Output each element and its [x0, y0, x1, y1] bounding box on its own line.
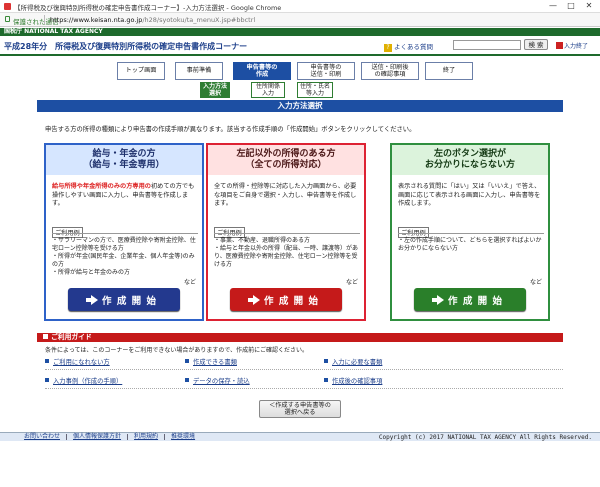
- url-text[interactable]: https://www.keisan.nta.go.jp/h28/syotoku…: [50, 16, 255, 24]
- faq-link[interactable]: ? よくある質問: [384, 41, 433, 52]
- substep-address: 住所関係 入力: [251, 82, 285, 98]
- divider: [45, 369, 563, 370]
- panel-description: 給与所得や年金所得のみの方専用の初めての方でも操作しやすい画面に入力し、申告書等…: [52, 183, 195, 207]
- step-end: 終了: [425, 62, 473, 80]
- panel-title: 左のボタン選択が お分かりにならない方: [392, 145, 548, 175]
- bullet-icon: [185, 359, 189, 363]
- unsure-panel: 左のボタン選択が お分かりにならない方 表示される質問に「はい」又は「いいえ」で…: [390, 143, 550, 321]
- address-bar[interactable]: 保護された通信 https://www.keisan.nta.go.jp/h28…: [0, 13, 600, 27]
- bullet-icon: [45, 378, 49, 382]
- guide-link-save-load[interactable]: データの保存・読込: [185, 376, 250, 385]
- copyright: Copyright (c) 2017 NATIONAL TAX AGENCY A…: [378, 434, 592, 441]
- exit-icon: [556, 42, 563, 49]
- arrow-right-icon: [432, 294, 445, 305]
- guide-link-after[interactable]: 作成後の確認事項: [324, 376, 382, 385]
- step-send: 申告書等の 送信・印刷: [297, 62, 355, 80]
- browser-titlebar: 【所得税及び復興特別所得税の確定申告書作成コーナー】-入力方法選択 - Goog…: [0, 0, 600, 13]
- substep-name: 住所・氏名 等入力: [297, 82, 333, 98]
- search-button[interactable]: 検 索: [524, 39, 548, 50]
- list-item: ・サラリーマンの方で、医療費控除や寄附金控除、住宅ローン控除等を受ける方: [52, 237, 196, 252]
- exit-link[interactable]: 入力終了: [556, 41, 588, 50]
- close-button[interactable]: ✕: [580, 0, 598, 13]
- page-title: 平成28年分 所得税及び復興特別所得税の確定申告書作成コーナー: [4, 42, 248, 51]
- guide-link-documents[interactable]: 作成できる書類: [185, 357, 237, 366]
- example-box: ・事業、不動産、退職所得のある方 ・給与と年金以外の所得（配当、一時、譲渡等）が…: [214, 233, 360, 275]
- site-header: 平成28年分 所得税及び復興特別所得税の確定申告書作成コーナー ? よくある質問 …: [0, 36, 600, 56]
- bullet-icon: [324, 378, 328, 382]
- minimize-button[interactable]: —: [544, 0, 562, 13]
- guide-link-examples[interactable]: 入力事例（作成の手順）: [45, 376, 122, 385]
- favicon-icon: [4, 3, 11, 10]
- window-title: 【所得税及び復興特別所得税の確定申告書作成コーナー】-入力方法選択 - Goog…: [14, 4, 282, 12]
- list-item: ・給与と年金以外の所得（配当、一時、譲渡等）があり、医療費控除や寄附金控除、住宅…: [214, 245, 359, 268]
- salary-panel: 給与・年金の方 （給与・年金専用） 給与所得や年金所得のみの方専用の初めての方で…: [44, 143, 204, 321]
- intro-text: 申告する方の所得の種類により申告書の作成手順が異なります。該当する作成手順の「作…: [45, 126, 416, 133]
- lock-icon: [5, 16, 10, 22]
- list-item: ・事業、不動産、退職所得のある方: [214, 237, 311, 244]
- bullet-icon: [43, 334, 48, 339]
- bullet-icon: [45, 359, 49, 363]
- etc-label: など: [345, 279, 358, 286]
- substep-method: 入力方法 選択: [200, 82, 230, 98]
- step-create: 申告書等の 作成: [233, 62, 291, 80]
- back-button[interactable]: ＜作成する申告書等の 選択へ戻る: [259, 400, 341, 418]
- panel-title: 左記以外の所得のある方 （全ての所得対応）: [208, 145, 364, 175]
- guide-link-required[interactable]: 入力に必要な書類: [324, 357, 382, 366]
- search-input[interactable]: [453, 40, 521, 50]
- divider: [45, 388, 563, 389]
- etc-label: など: [183, 279, 196, 286]
- guide-note: 条件によっては、このコーナーをご利用できない場合がありますので、作成前にご確認く…: [45, 347, 309, 354]
- guide-header: ご利用ガイド: [37, 333, 563, 342]
- list-item: ・所得が給与と年金のみの方: [52, 269, 131, 276]
- example-box: ・左の作成手順について、どちらを選択すればよいかお分かりにならない方: [398, 233, 544, 275]
- start-salary-button[interactable]: 作 成 開 始: [68, 288, 180, 311]
- footer: お問い合わせ 個人情報保護方針 利用規約 推奨環境 Copyright (c) …: [0, 432, 600, 441]
- question-icon: ?: [384, 44, 392, 52]
- panel-description: 全ての所得・控除等に対応した入力画面から、必要な項目をご自身で選択・入力し、申告…: [214, 183, 357, 207]
- footer-link-environment[interactable]: 推奨環境: [165, 434, 201, 440]
- footer-link-terms[interactable]: 利用規約: [128, 434, 166, 440]
- guide-link-ineligible[interactable]: ご利用になれない方: [45, 357, 110, 366]
- panel-description: 表示される質問に「はい」又は「いいえ」で答え、画面に応じて表示される画面に入力し…: [398, 183, 541, 207]
- step-confirm: 送信・印刷後 の確認事項: [361, 62, 419, 80]
- step-top: トップ画面: [117, 62, 165, 80]
- list-item: ・所得が年金(国民年金、企業年金、個人年金等)のみの方: [52, 253, 195, 268]
- agency-logo[interactable]: 国税庁 NATIONAL TAX AGENCY: [4, 28, 103, 36]
- step-prep: 事前準備: [175, 62, 223, 80]
- panel-title: 給与・年金の方 （給与・年金専用）: [46, 145, 202, 175]
- maximize-button[interactable]: □: [562, 0, 580, 13]
- example-box: ・サラリーマンの方で、医療費控除や寄附金控除、住宅ローン控除等を受ける方 ・所得…: [52, 233, 198, 276]
- other-income-panel: 左記以外の所得のある方 （全ての所得対応） 全ての所得・控除等に対応した入力画面…: [206, 143, 366, 321]
- etc-label: など: [529, 279, 542, 286]
- arrow-right-icon: [248, 294, 261, 305]
- agency-bar: 国税庁 NATIONAL TAX AGENCY: [0, 28, 600, 36]
- start-other-button[interactable]: 作 成 開 始: [230, 288, 342, 311]
- arrow-right-icon: [86, 294, 99, 305]
- footer-link-contact[interactable]: お問い合わせ: [18, 434, 68, 440]
- divider: [44, 15, 45, 24]
- bullet-icon: [324, 359, 328, 363]
- start-guided-button[interactable]: 作 成 開 始: [414, 288, 526, 311]
- bullet-icon: [185, 378, 189, 382]
- list-item: ・左の作成手順について、どちらを選択すればよいかお分かりにならない方: [398, 237, 542, 252]
- section-title: 入力方法選択: [37, 100, 563, 112]
- footer-link-privacy[interactable]: 個人情報保護方針: [67, 434, 129, 440]
